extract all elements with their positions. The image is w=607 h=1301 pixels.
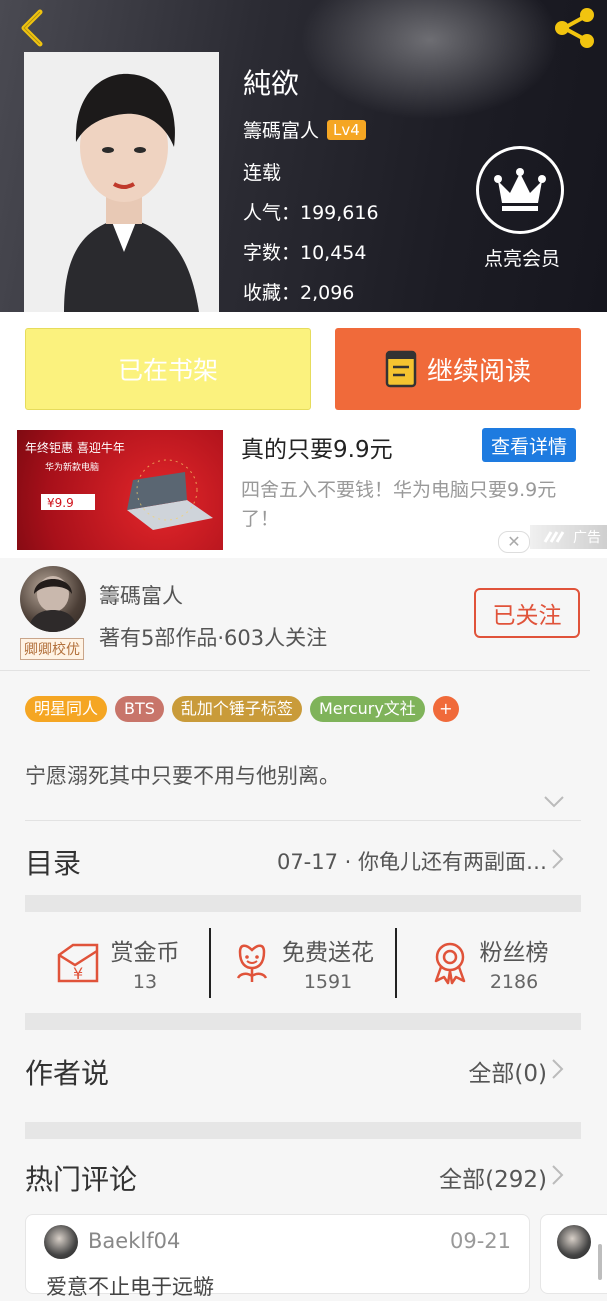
in-shelf-button[interactable]: 已在书架 — [25, 328, 311, 410]
add-tag-button[interactable]: + — [432, 696, 459, 722]
vip-button[interactable]: 点亮会员 — [472, 146, 572, 271]
book-icon — [385, 350, 417, 388]
avatar[interactable] — [44, 1225, 78, 1259]
medal-icon — [434, 942, 465, 985]
ad-label-text: 广告 — [573, 530, 601, 546]
action-bar: 已在书架 继续阅读 — [0, 312, 607, 428]
reward-coin-icon: ¥ — [57, 943, 98, 983]
tag-item[interactable]: 明星同人 — [25, 696, 108, 722]
tag-item[interactable]: BTS — [115, 696, 164, 722]
comment-date: 09-21 — [449, 1229, 511, 1253]
book-status: 连载 — [243, 162, 282, 184]
stat-label: 免费送花 — [282, 940, 374, 966]
stat-label: 赏金币 — [110, 940, 180, 966]
vip-label: 点亮会员 — [483, 248, 560, 270]
ad-image-price: ¥9.9 — [47, 496, 74, 510]
tag-list: 明星同人 BTS 乱加个锤子标签 Mercury文社 + — [25, 696, 459, 722]
header-glow — [300, 0, 560, 120]
ad-details-button[interactable]: 查看详情 — [482, 428, 576, 462]
chevron-right-icon — [551, 848, 565, 874]
directory-row[interactable]: 目录 07-17 · 你龟儿还有两副面… — [25, 828, 581, 890]
flower-stat[interactable]: 免费送花 1591 — [209, 928, 395, 998]
ad-network-icon — [543, 531, 565, 543]
ad-image-subline: 华为新款电脑 — [45, 461, 99, 473]
ad-image-headline: 年终钜惠 喜迎牛年 — [25, 440, 125, 455]
comment-card[interactable] — [540, 1214, 607, 1294]
section-divider — [25, 895, 581, 912]
author-stats: 著有5部作品·603人关注 — [99, 626, 328, 650]
stat-value: 1591 — [303, 971, 353, 993]
flower-icon — [236, 944, 268, 982]
stat-value: 2186 — [489, 971, 539, 993]
back-icon[interactable] — [14, 6, 54, 50]
book-word-count: 字数：10,454 — [243, 242, 367, 264]
author-badge: 卿卿校优 — [20, 638, 84, 660]
continue-reading-button[interactable]: 继续阅读 — [335, 328, 581, 410]
follow-button[interactable]: 已关注 — [474, 588, 580, 638]
crown-icon — [476, 146, 564, 234]
author-says-title: 作者说 — [25, 1057, 110, 1090]
expand-chevron-down-icon[interactable] — [543, 794, 565, 813]
book-header: 純欲 籌碼富人 Lv4 连载 人气：199,616 字数：10,454 收藏：2… — [0, 0, 607, 312]
comment-text: 爱意不止电于远蝣 — [46, 1275, 214, 1299]
ad-label: 广告 — [530, 525, 607, 549]
book-cover[interactable] — [24, 52, 219, 312]
stat-label: 粉丝榜 — [479, 940, 549, 966]
reward-coin-stat[interactable]: ¥ 赏金币 13 — [25, 928, 209, 998]
hot-comments-title: 热门评论 — [25, 1163, 138, 1196]
book-author-line: 籌碼富人 Lv4 — [243, 116, 366, 143]
ad-close-icon[interactable]: ✕ — [498, 531, 530, 553]
ad-title[interactable]: 真的只要9.9元 — [241, 430, 393, 464]
chevron-right-icon — [551, 1058, 565, 1084]
fan-ranking-stat[interactable]: 粉丝榜 2186 — [395, 928, 581, 998]
author-says-all[interactable]: 全部(0) — [468, 1054, 547, 1088]
tag-item[interactable]: Mercury文社 — [309, 696, 425, 722]
latest-chapter: 07-17 · 你龟儿还有两副面… — [276, 850, 547, 874]
tag-item[interactable]: 乱加个锤子标签 — [171, 696, 302, 722]
ad-banner[interactable]: 年终钜惠 喜迎牛年 华为新款电脑 ¥9.9 真的只要9.9元 查看详情 四舍五入… — [0, 428, 607, 558]
section-divider — [25, 1013, 581, 1030]
chevron-right-icon — [551, 1164, 565, 1190]
hot-comments-row[interactable]: 热门评论 全部(292) — [25, 1148, 581, 1204]
avatar[interactable] — [20, 566, 86, 632]
book-intro[interactable]: 宁愿溺死其中只要不用与他别离。 — [25, 760, 340, 790]
book-title: 純欲 — [243, 67, 300, 100]
stat-value: 13 — [132, 971, 158, 993]
hot-comments-all[interactable]: 全部(292) — [439, 1160, 547, 1194]
comment-user[interactable]: Baeklf04 — [88, 1229, 180, 1253]
comment-card[interactable]: Baeklf04 09-21 爱意不止电于远蝣 — [25, 1214, 530, 1299]
share-icon[interactable] — [550, 6, 598, 50]
author-name[interactable]: 籌碼富人 — [99, 580, 183, 610]
divider — [25, 820, 581, 821]
book-author[interactable]: 籌碼富人 — [243, 116, 319, 143]
continue-reading-label: 继续阅读 — [426, 356, 531, 387]
book-favorites: 收藏：2,096 — [243, 282, 355, 304]
ad-image[interactable]: 年终钜惠 喜迎牛年 华为新款电脑 ¥9.9 — [17, 430, 223, 550]
section-divider — [25, 1122, 581, 1139]
svg-text:¥: ¥ — [73, 964, 83, 983]
author-says-row[interactable]: 作者说 全部(0) — [25, 1042, 581, 1098]
scrollbar[interactable] — [598, 1244, 602, 1280]
stats-row: ¥ 赏金币 13 免费送花 1591 粉丝榜 2186 — [25, 928, 581, 998]
author-card: 卿卿校优 籌碼富人 著有5部作品·603人关注 已关注 — [0, 562, 590, 671]
level-badge: Lv4 — [327, 119, 366, 140]
avatar[interactable] — [557, 1225, 591, 1259]
directory-label: 目录 — [25, 847, 82, 880]
book-popularity: 人气：199,616 — [243, 202, 379, 224]
